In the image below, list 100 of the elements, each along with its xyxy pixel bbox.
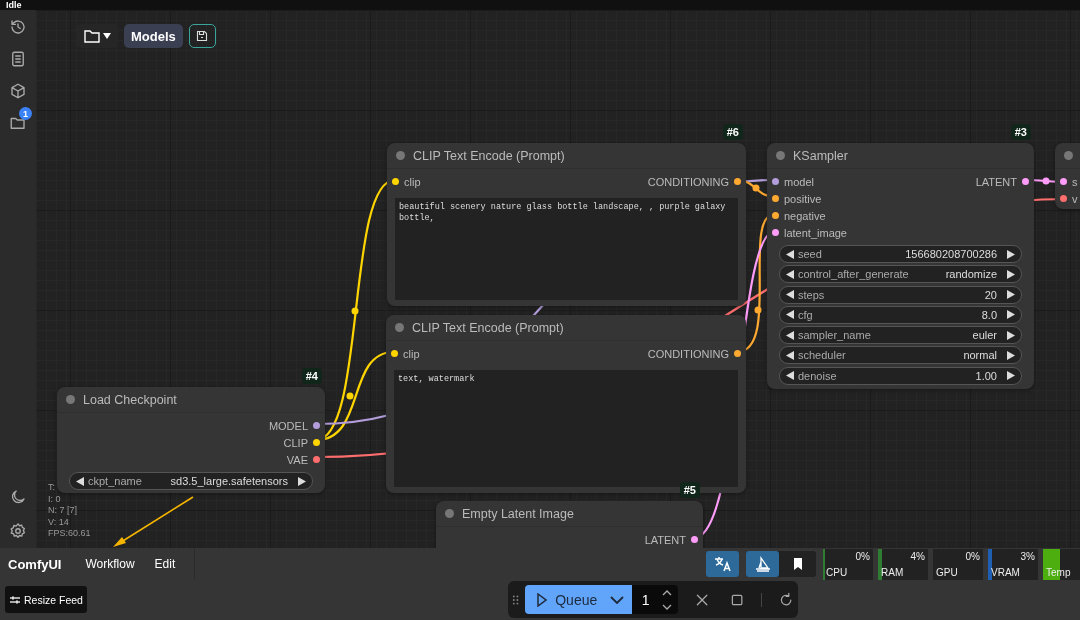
widget-control[interactable]: denoise 1.00 (779, 366, 1022, 385)
stats-text: V: 14 (48, 516, 70, 528)
port-label: clip (403, 347, 420, 360)
widget-control[interactable]: ckpt_name sd3.5_large.safetensors (69, 472, 313, 490)
port-label: clip (404, 175, 421, 188)
folder-icon (84, 29, 100, 43)
port-label: LATENT (975, 175, 1017, 188)
caret-icon (103, 33, 111, 39)
node-id-badge: #3 (1010, 124, 1031, 140)
node-id-badge: #5 (679, 482, 700, 498)
input-port[interactable] (1060, 195, 1067, 202)
input-port[interactable] (772, 178, 779, 185)
collapse-dot-icon[interactable] (1064, 151, 1073, 160)
arrow-right-icon[interactable] (1007, 371, 1015, 381)
widget-control[interactable]: seed 156680208700286 (779, 245, 1022, 263)
output-port[interactable] (313, 456, 320, 463)
sailboat-button[interactable] (746, 551, 779, 577)
workflow-menu-button[interactable] (77, 24, 118, 48)
widget-control[interactable]: scheduler normal (779, 346, 1022, 365)
input-port[interactable] (392, 178, 399, 185)
input-port[interactable] (772, 212, 779, 219)
save-icon (196, 30, 209, 42)
resize-feed-button[interactable]: Resize Feed (5, 586, 87, 613)
collapse-dot-icon[interactable] (445, 509, 454, 518)
arrow-left-icon[interactable] (786, 371, 794, 381)
play-icon (537, 592, 548, 607)
node-title: Load Checkpoint (83, 392, 177, 407)
port-label: VAE (286, 453, 308, 466)
cube-icon[interactable] (9, 82, 27, 100)
chevron-down-icon (609, 595, 624, 604)
input-port[interactable] (772, 229, 779, 236)
node-id-badge: #4 (301, 368, 322, 384)
usage-value: 3% (1020, 550, 1035, 562)
moon-icon[interactable] (9, 488, 27, 506)
output-port[interactable] (734, 178, 741, 185)
port-label: MODEL (268, 419, 308, 432)
port-label: positive (784, 192, 822, 205)
output-port[interactable] (313, 439, 320, 446)
port-label: negative (784, 209, 826, 222)
collapse-dot-icon[interactable] (776, 151, 785, 160)
stats-text: FPS:60.61 (48, 528, 91, 540)
settings-icon[interactable] (9, 522, 27, 540)
output-port[interactable] (1022, 178, 1029, 185)
collapse-dot-icon[interactable] (66, 395, 75, 404)
port-label: CONDITIONING (647, 175, 729, 188)
bookmark-icon (791, 557, 804, 571)
port-label: CLIP (283, 436, 308, 449)
output-port[interactable] (734, 350, 741, 357)
app-logo-text: ComfyUI (7, 556, 63, 572)
input-port[interactable] (772, 195, 779, 202)
history-icon[interactable] (9, 18, 27, 36)
widget-control[interactable]: sampler_name euler (779, 326, 1022, 345)
input-port[interactable] (391, 350, 398, 357)
node-title: Empty Latent Image (462, 506, 574, 521)
document-icon[interactable] (9, 50, 27, 68)
port-label: model (784, 175, 814, 188)
usage-value: 4% (910, 550, 925, 562)
port-label: latent_image (784, 226, 847, 239)
output-port[interactable] (313, 422, 320, 429)
drag-handle-icon[interactable] (512, 593, 520, 606)
menu-item[interactable]: Workflow (75, 557, 145, 571)
menu-item[interactable]: Edit (144, 557, 186, 571)
output-port[interactable] (691, 536, 698, 543)
stats-text: N: 7 [7] (48, 505, 78, 517)
arrow-right-icon[interactable] (298, 476, 306, 486)
translate-icon (713, 556, 732, 572)
save-button[interactable] (188, 24, 216, 48)
sliders-icon (9, 594, 21, 605)
models-button[interactable]: Models (124, 24, 183, 48)
arrow-right-icon[interactable] (1007, 351, 1015, 360)
stepper-icon[interactable] (662, 588, 673, 611)
prompt-field[interactable]: text, watermark (394, 370, 738, 487)
port-label: v (1072, 192, 1078, 205)
collapse-dot-icon[interactable] (396, 151, 405, 160)
translate-button[interactable] (706, 551, 739, 577)
prompt-field[interactable]: beautiful scenery nature glass bottle landscape, , purple galaxy bottle, (395, 198, 738, 300)
node-title: KSampler (793, 148, 848, 163)
batch-count-field[interactable]: 1 (631, 585, 679, 614)
queue-button[interactable]: Queue (525, 585, 632, 614)
notification-badge: 1 (19, 107, 32, 120)
arrow-left-icon[interactable] (76, 476, 84, 486)
port-label: LATENT (644, 533, 686, 546)
usage-value: 0% (965, 550, 980, 562)
arrow-left-icon[interactable] (786, 351, 794, 360)
usage-value: 0% (855, 550, 870, 562)
widget-control[interactable]: cfg 8.0 (779, 305, 1022, 324)
node-id-badge: #6 (722, 124, 743, 140)
collapse-dot-icon[interactable] (395, 323, 404, 332)
stats-text: I: 0 (48, 493, 62, 505)
monitor-label: RAM (881, 566, 904, 578)
node-title: CLIP Text Encode (Prompt) (413, 148, 565, 163)
monitor-label: CPU (826, 566, 848, 578)
widget-control[interactable]: control_after_generate randomize (779, 265, 1022, 284)
input-port[interactable] (1060, 178, 1067, 185)
widget-control[interactable]: steps 20 (779, 285, 1022, 304)
port-label: s (1072, 175, 1078, 188)
monitor-label: GPU (936, 566, 958, 578)
stats-text: T: (48, 482, 56, 494)
status-text: Idle (0, 0, 1080, 10)
port-label: CONDITIONING (647, 347, 729, 360)
